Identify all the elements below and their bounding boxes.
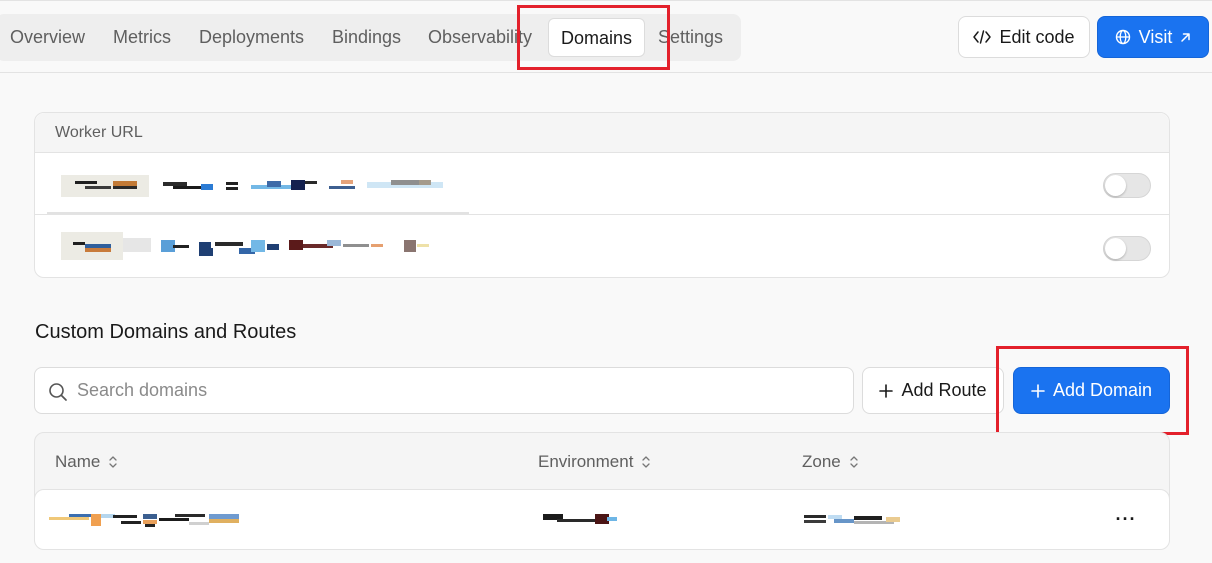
- tab-deployments[interactable]: Deployments: [199, 14, 304, 61]
- tab-bindings[interactable]: Bindings: [332, 14, 401, 61]
- worker-domains-page: Overview Metrics Deployments Bindings Ob…: [0, 0, 1212, 563]
- column-header-environment[interactable]: Environment: [538, 452, 651, 472]
- tab-domains[interactable]: Domains: [548, 18, 646, 57]
- toggle-knob: [1105, 175, 1126, 196]
- worker-url-row: [35, 153, 1169, 215]
- preview-url-row: [35, 216, 1169, 276]
- worker-url-toggle[interactable]: [1103, 173, 1151, 198]
- column-header-name[interactable]: Name: [55, 452, 118, 472]
- plus-icon: [1031, 383, 1045, 398]
- external-arrow-icon: [1180, 32, 1191, 43]
- column-label: Name: [55, 452, 101, 471]
- top-bar: Overview Metrics Deployments Bindings Ob…: [0, 0, 1212, 73]
- globe-icon: [1115, 29, 1131, 45]
- tab-overview[interactable]: Overview: [10, 14, 85, 61]
- add-domain-label: Add Domain: [1052, 380, 1153, 400]
- table-row[interactable]: ···: [34, 489, 1170, 550]
- worker-url-card-header: Worker URL: [35, 113, 1169, 153]
- search-icon: [48, 382, 68, 407]
- add-route-button[interactable]: Add Route: [862, 367, 1004, 414]
- code-icon: [973, 29, 992, 45]
- row-actions-button[interactable]: ···: [1114, 507, 1138, 531]
- tab-bar: Overview Metrics Deployments Bindings Ob…: [0, 14, 741, 61]
- sort-icon: [849, 455, 859, 469]
- tab-settings[interactable]: Settings: [658, 14, 723, 61]
- worker-url-card: Worker URL: [34, 112, 1170, 278]
- plus-icon: [879, 383, 894, 398]
- add-route-label: Add Route: [901, 380, 987, 400]
- visit-button[interactable]: Visit: [1097, 16, 1209, 58]
- tab-metrics[interactable]: Metrics: [113, 14, 171, 61]
- sort-icon: [641, 455, 651, 469]
- tab-observability[interactable]: Observability: [428, 14, 532, 61]
- search-domains-input[interactable]: [77, 368, 837, 413]
- preview-url-toggle[interactable]: [1103, 236, 1151, 261]
- edit-code-button[interactable]: Edit code: [958, 16, 1090, 58]
- edit-code-label: Edit code: [999, 26, 1075, 47]
- sort-icon: [108, 455, 118, 469]
- custom-domains-title: Custom Domains and Routes: [35, 321, 297, 343]
- row-separator: [35, 214, 1169, 215]
- search-domains-field[interactable]: [34, 367, 854, 414]
- domains-table: Name Environment Zone ···: [34, 432, 1170, 550]
- toggle-knob: [1105, 238, 1126, 259]
- add-domain-button[interactable]: Add Domain: [1013, 367, 1170, 414]
- column-label: Zone: [802, 452, 841, 471]
- visit-label: Visit: [1138, 26, 1173, 47]
- column-header-zone[interactable]: Zone: [802, 452, 859, 472]
- column-label: Environment: [538, 452, 634, 471]
- worker-url-title: Worker URL: [55, 124, 143, 141]
